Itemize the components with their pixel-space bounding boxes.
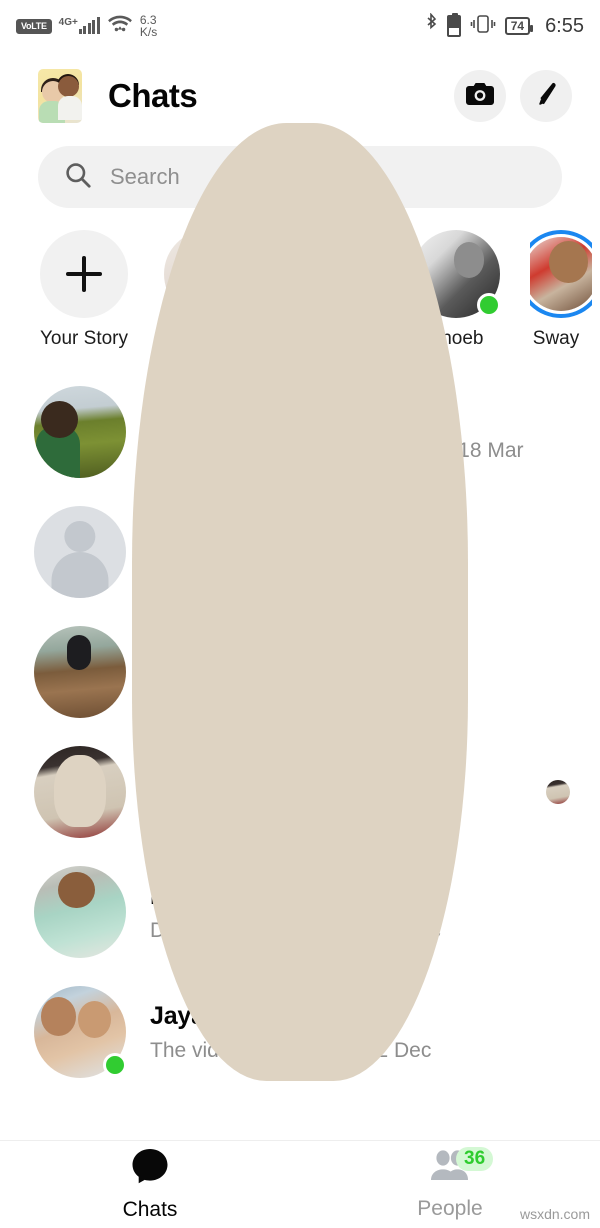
tab-chats-label: Chats <box>122 1198 178 1221</box>
volte-icon: VoLTE <box>16 18 52 34</box>
camera-icon <box>465 81 495 112</box>
search-icon <box>64 161 92 194</box>
online-dot-icon <box>103 1053 127 1077</box>
status-bar-left: VoLTE 4G+ 6.3 K/s <box>16 14 157 39</box>
online-dot-icon <box>477 293 501 317</box>
story-avatar-with-ring <box>530 230 592 318</box>
data-rate-unit: K/s <box>139 25 158 39</box>
table-row[interactable]: Rohit Chandra Bhatt You: Yes😂😂 · 28 Dec <box>0 732 600 852</box>
pencil-icon <box>532 80 560 113</box>
profile-avatar[interactable] <box>38 69 82 123</box>
status-bar: VoLTE 4G+ 6.3 K/s 74 6:55 <box>0 0 600 52</box>
story-sway[interactable]: Sway <box>530 230 592 350</box>
your-story-circle <box>40 230 128 318</box>
signal-bars-icon <box>78 17 100 34</box>
tab-people-label: People <box>417 1197 483 1220</box>
avatar <box>34 386 126 478</box>
avatar <box>34 626 126 718</box>
story-your-story[interactable]: Your Story <box>34 230 134 350</box>
battery-percent-badge: 74 <box>504 17 534 35</box>
data-rate-indicator: 6.3 K/s <box>140 14 157 38</box>
bluetooth-icon <box>425 11 438 40</box>
bluetooth-battery-icon <box>446 13 461 37</box>
default-avatar-icon <box>34 506 126 598</box>
signal-icon: 4G+ <box>58 17 100 34</box>
camera-button[interactable] <box>454 70 506 122</box>
network-type-label: 4G+ <box>58 17 78 28</box>
wifi-icon <box>107 14 133 39</box>
status-bar-right: 74 6:55 <box>425 11 584 40</box>
compose-button[interactable] <box>520 70 572 122</box>
avatar <box>34 866 126 958</box>
avatar <box>34 986 127 1078</box>
story-label: Your Story <box>39 328 128 349</box>
avatar <box>34 746 126 838</box>
chat-bubble-icon <box>130 1147 170 1190</box>
tab-chats[interactable]: Chats <box>0 1141 300 1228</box>
search-input[interactable]: Search <box>110 164 180 190</box>
clock-label: 6:55 <box>545 14 584 37</box>
plus-icon <box>40 230 128 318</box>
story-label: Sway <box>532 328 580 349</box>
bottom-navigation: Chats 36 People wsxdn.com <box>0 1140 600 1228</box>
chat-list: Vicky Sharma You and Vicky Sharma are ce… <box>0 372 600 1092</box>
chat-timestamp: 18 Mar <box>458 438 524 462</box>
story-photo <box>530 237 592 311</box>
messenger-chats-screen: VoLTE 4G+ 6.3 K/s 74 6:55 Chats Search Y… <box>0 0 600 1228</box>
page-title: Chats <box>108 77 198 114</box>
watermark-label: wsxdn.com <box>519 1206 590 1222</box>
avatar <box>34 506 126 598</box>
header-actions <box>454 70 572 122</box>
read-receipt-avatar <box>546 780 570 804</box>
people-badge: 36 <box>456 1147 494 1171</box>
vibrate-icon <box>470 13 496 40</box>
